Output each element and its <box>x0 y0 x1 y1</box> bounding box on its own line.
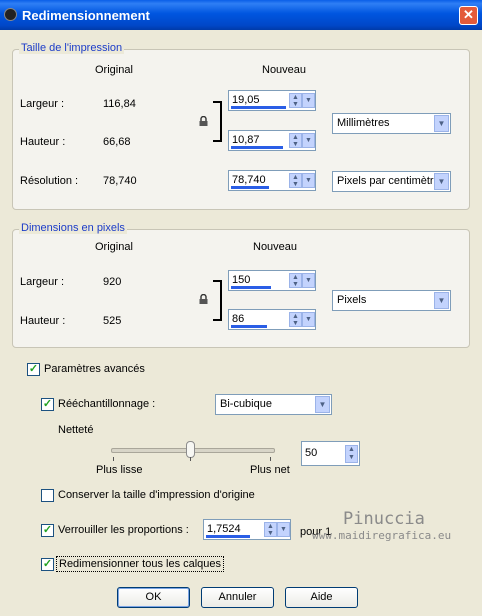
print-height-original: 66,68 <box>103 136 131 148</box>
keep-print-size-checkbox[interactable] <box>41 489 54 502</box>
sharpness-slider-thumb[interactable] <box>186 441 195 458</box>
resize-layers-checkbox[interactable]: ✓ <box>41 558 54 571</box>
print-width-original: 116,84 <box>103 98 136 110</box>
resolution-unit-value: Pixels par centimètre <box>337 175 440 187</box>
pixel-new-header: Nouveau <box>253 241 298 253</box>
resolution-unit-select[interactable]: Pixels par centimètre ▼ <box>332 171 451 192</box>
print-width-label: Largeur : <box>20 98 65 110</box>
ok-button[interactable]: OK <box>117 587 190 608</box>
print-height-label: Hauteur : <box>20 136 66 148</box>
watermark-url: www.maidiregrafica.eu <box>312 529 452 542</box>
print-width-field[interactable]: 19,05 ▲ ▼ ▼ <box>228 90 316 111</box>
pixel-width-label: Largeur : <box>20 276 65 288</box>
sharpness-label: Netteté <box>58 424 94 436</box>
pixel-height-value: 86 <box>232 313 245 325</box>
help-button[interactable]: Aide <box>285 587 358 608</box>
lock-icon <box>199 116 208 126</box>
resample-method-select[interactable]: Bi-cubique ▼ <box>215 394 332 415</box>
slider-min-label: Plus lisse <box>96 464 143 476</box>
chevron-down-icon[interactable]: ▼ <box>302 133 315 148</box>
resolution-slider-bar <box>231 186 269 189</box>
print-width-value: 19,05 <box>232 94 260 106</box>
spin-updown-icon[interactable]: ▲ ▼ <box>289 133 302 148</box>
sharpness-value: 50 <box>305 447 318 459</box>
pixel-proportion-bracket <box>213 280 222 321</box>
print-new-header: Nouveau <box>262 64 307 76</box>
window-title: Redimensionnement <box>22 8 150 23</box>
print-original-header: Original <box>95 64 133 76</box>
lock-icon <box>199 294 208 304</box>
ratio-value: 1,7524 <box>207 523 241 535</box>
advanced-label: Paramètres avancés <box>44 363 145 375</box>
chevron-down-icon[interactable]: ▼ <box>434 173 449 190</box>
chevron-down-icon[interactable]: ▼ <box>302 273 315 288</box>
sharpness-field[interactable]: 50 ▲ ▼ <box>301 441 360 466</box>
chevron-down-icon[interactable]: ▼ <box>434 292 449 309</box>
print-unit-value: Millimètres <box>337 117 390 129</box>
ratio-field[interactable]: 1,7524 ▲ ▼ ▼ <box>203 519 291 540</box>
spin-updown-icon[interactable]: ▲ ▼ <box>289 273 302 288</box>
chevron-down-icon[interactable]: ▼ <box>315 396 330 413</box>
pixel-width-field[interactable]: 150 ▲ ▼ ▼ <box>228 270 316 291</box>
resample-method-value: Bi-cubique <box>220 398 272 410</box>
spin-updown-icon[interactable]: ▲ ▼ <box>289 93 302 108</box>
pixel-width-slider-bar <box>231 286 271 289</box>
proportion-bracket <box>213 101 222 142</box>
keep-print-size-label: Conserver la taille d'impression d'origi… <box>58 489 255 501</box>
advanced-checkbox[interactable]: ✓ <box>27 363 40 376</box>
resolution-original: 78,740 <box>103 175 137 187</box>
slider-tick <box>113 457 114 461</box>
resolution-field[interactable]: 78,740 ▲ ▼ ▼ <box>228 170 316 191</box>
print-height-slider-bar <box>231 146 283 149</box>
title-bar: Redimensionnement ✕ <box>0 0 482 30</box>
chevron-down-icon[interactable]: ▼ <box>302 173 315 188</box>
print-unit-select[interactable]: Millimètres ▼ <box>332 113 451 134</box>
resolution-value: 78,740 <box>232 174 266 186</box>
spin-updown-icon[interactable]: ▲ ▼ <box>264 522 277 537</box>
chevron-down-icon[interactable]: ▼ <box>302 93 315 108</box>
resample-label: Rééchantillonnage : <box>58 398 156 410</box>
slider-max-label: Plus net <box>250 464 290 476</box>
resize-layers-label: Redimensionner tous les calques <box>56 556 225 572</box>
app-icon <box>4 8 17 21</box>
resolution-label: Résolution : <box>20 175 79 187</box>
spin-updown-icon[interactable]: ▲ ▼ <box>289 173 302 188</box>
slider-tick <box>190 457 191 461</box>
chevron-down-icon[interactable]: ▼ <box>277 522 290 537</box>
print-width-slider-bar <box>231 106 286 109</box>
lock-ratio-label: Verrouiller les proportions : <box>58 524 189 536</box>
slider-tick <box>270 457 271 461</box>
print-height-value: 10,87 <box>232 134 260 146</box>
ratio-slider-bar <box>206 535 250 538</box>
pixel-original-header: Original <box>95 241 133 253</box>
close-button[interactable]: ✕ <box>459 6 478 25</box>
pixel-width-original: 920 <box>103 276 122 288</box>
print-height-field[interactable]: 10,87 ▲ ▼ ▼ <box>228 130 316 151</box>
pixel-height-label: Hauteur : <box>20 315 66 327</box>
print-size-group-title: Taille de l'impression <box>19 42 125 54</box>
pixel-height-original: 525 <box>103 315 122 327</box>
pixel-unit-select[interactable]: Pixels ▼ <box>332 290 451 311</box>
cancel-button[interactable]: Annuler <box>201 587 274 608</box>
pixel-height-slider-bar <box>231 325 267 328</box>
spin-updown-icon[interactable]: ▲ ▼ <box>345 445 358 463</box>
pixel-width-value: 150 <box>232 274 251 286</box>
spin-updown-icon[interactable]: ▲ ▼ <box>289 312 302 327</box>
pixel-height-field[interactable]: 86 ▲ ▼ ▼ <box>228 309 316 330</box>
chevron-down-icon[interactable]: ▼ <box>434 115 449 132</box>
chevron-down-icon[interactable]: ▼ <box>302 312 315 327</box>
resample-checkbox[interactable]: ✓ <box>41 398 54 411</box>
lock-ratio-checkbox[interactable]: ✓ <box>41 524 54 537</box>
pixel-size-group-title: Dimensions en pixels <box>19 222 127 234</box>
watermark-name: Pinuccia <box>343 509 425 529</box>
pixel-unit-value: Pixels <box>337 294 367 306</box>
